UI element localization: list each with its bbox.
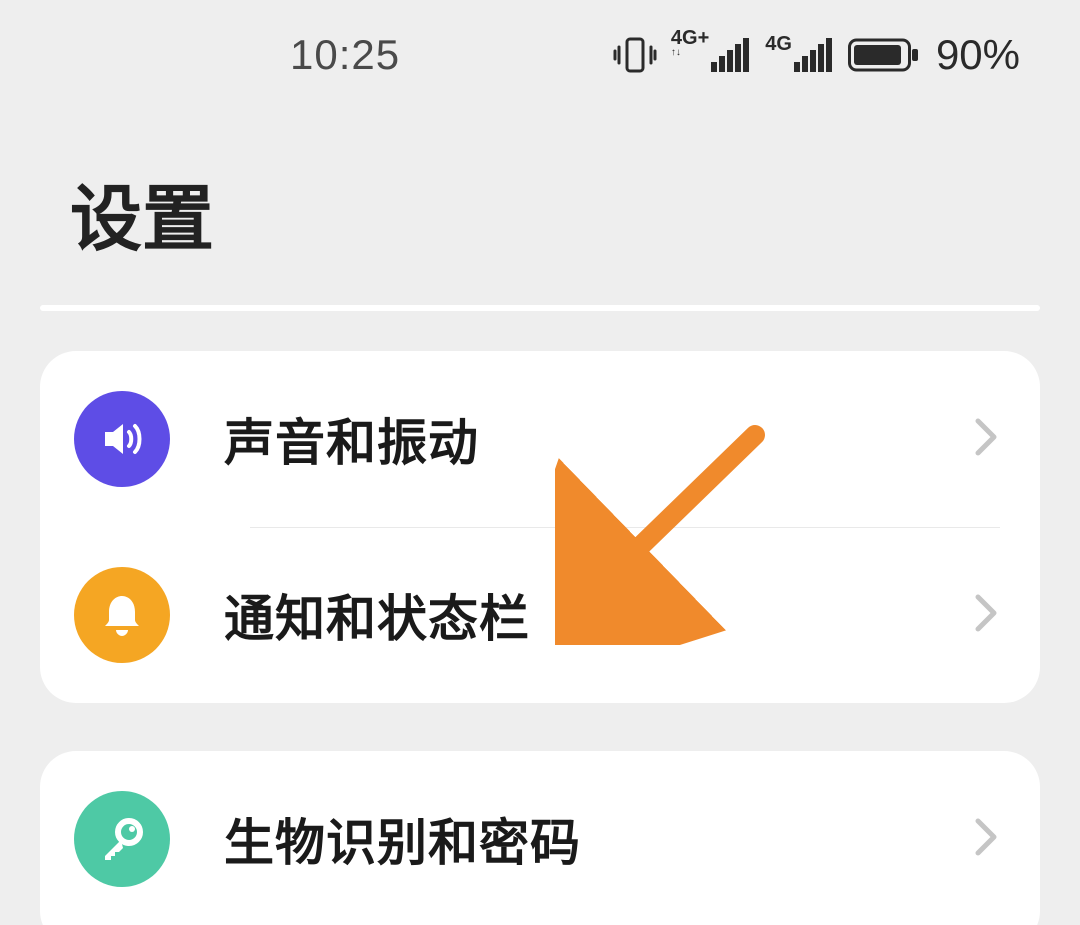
chevron-right-icon — [972, 591, 1000, 640]
settings-group-2: 生物识别和密码 — [40, 751, 1040, 925]
row-notification-statusbar[interactable]: 通知和状态栏 — [40, 527, 1040, 703]
signal-4g-icon: 4G — [765, 38, 834, 72]
settings-group-1: 声音和振动 通知和状态栏 — [40, 351, 1040, 703]
status-bar: 10:25 4G+ ↑↓ — [0, 0, 1080, 110]
status-indicators: 4G+ ↑↓ 4G — [613, 31, 1020, 79]
row-label: 通知和状态栏 — [224, 579, 972, 651]
key-icon — [74, 791, 170, 887]
vibrate-icon — [613, 33, 657, 77]
signal-4g-label: 4G — [765, 34, 792, 54]
row-label: 声音和振动 — [224, 403, 972, 475]
status-time: 10:25 — [290, 31, 400, 79]
row-biometrics-password[interactable]: 生物识别和密码 — [40, 751, 1040, 925]
battery-percent: 90% — [936, 31, 1020, 79]
chevron-right-icon — [972, 815, 1000, 864]
sound-icon — [74, 391, 170, 487]
signal-4gplus-icon: 4G+ ↑↓ — [671, 38, 751, 72]
title-divider — [40, 305, 1040, 311]
row-label: 生物识别和密码 — [224, 803, 972, 875]
battery-icon — [848, 37, 920, 73]
row-sound-vibration[interactable]: 声音和振动 — [40, 351, 1040, 527]
page-title: 设置 — [0, 110, 1080, 305]
bell-icon — [74, 567, 170, 663]
signal-4gplus-label: 4G+ — [671, 27, 709, 49]
chevron-right-icon — [972, 415, 1000, 464]
